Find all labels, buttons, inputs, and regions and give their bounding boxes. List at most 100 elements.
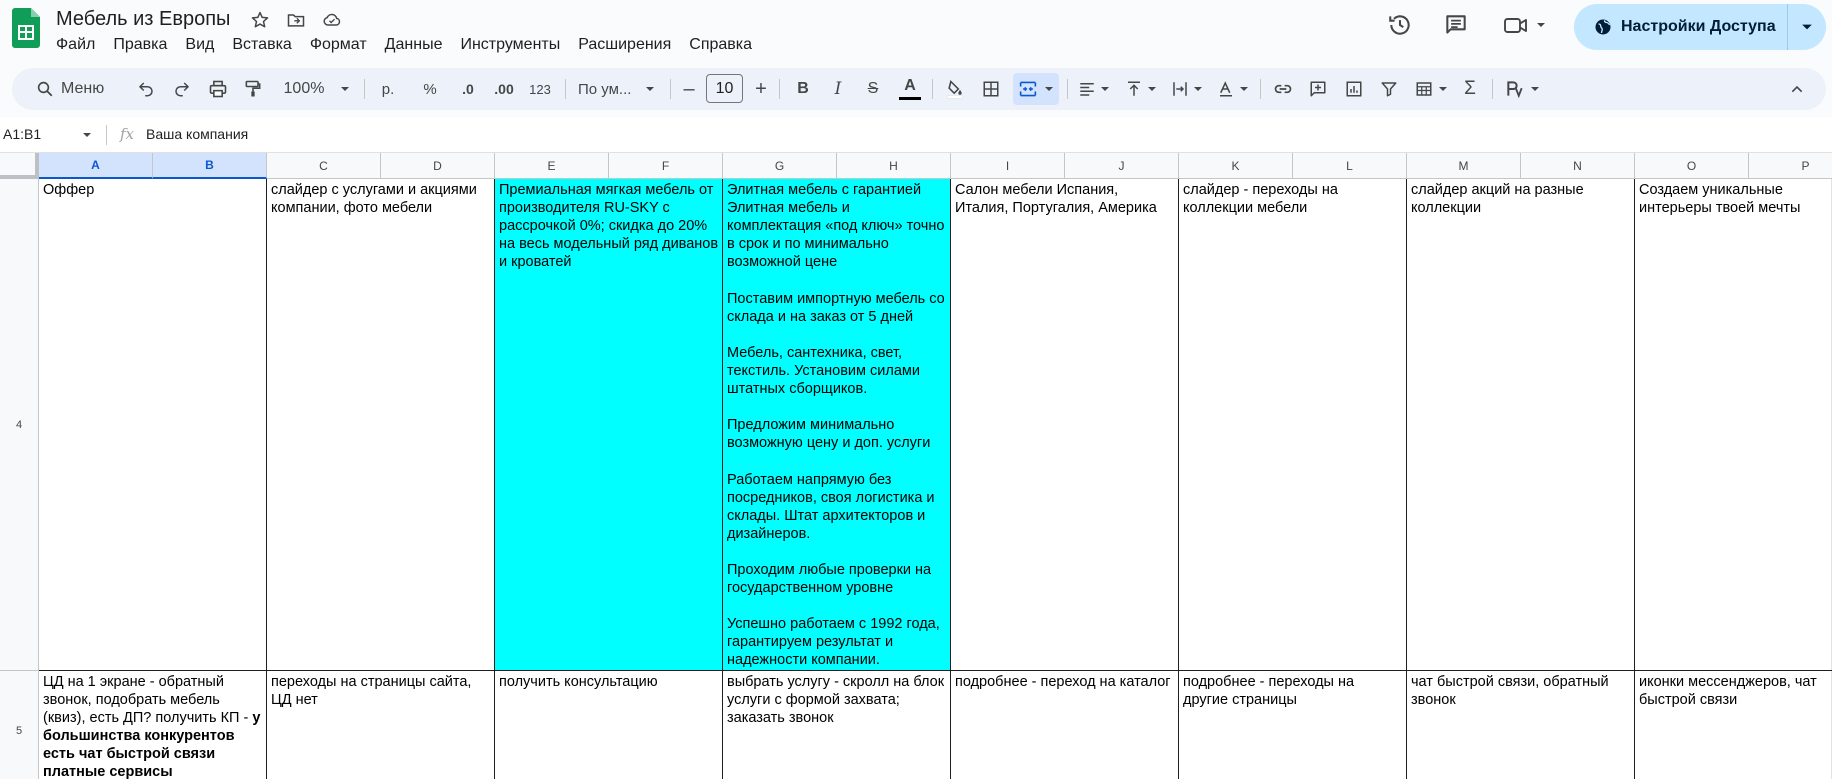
input-tools-icon[interactable] <box>1500 68 1544 110</box>
document-title[interactable]: Мебель из Европы <box>56 8 230 31</box>
column-header-p[interactable]: P <box>1749 153 1832 179</box>
column-header-j[interactable]: J <box>1065 153 1179 179</box>
functions-button[interactable]: Σ <box>1457 68 1483 110</box>
meet-call-icon[interactable] <box>1500 11 1552 39</box>
italic-button[interactable]: I <box>826 68 850 110</box>
cell-g4[interactable]: Элитная мебель с гарантией Элитная мебел… <box>723 179 951 671</box>
paint-format-icon[interactable] <box>241 68 265 110</box>
share-label: Настройки Доступа <box>1621 18 1776 35</box>
menu-help[interactable]: Справка <box>680 34 761 57</box>
name-box[interactable]: A1:B1 <box>3 126 41 142</box>
column-header-h[interactable]: H <box>837 153 951 179</box>
version-history-icon[interactable] <box>1386 11 1414 39</box>
insert-chart-icon[interactable] <box>1341 68 1367 110</box>
font-size-decrease-button[interactable]: – <box>679 68 699 110</box>
text-wrapping-icon[interactable] <box>1168 68 1206 110</box>
cell-o5[interactable]: иконки мессенджеров, чат быстрой связи <box>1635 671 1832 779</box>
filter-views-icon[interactable] <box>1412 68 1450 110</box>
text-color-button[interactable]: A <box>896 68 924 110</box>
cell-m5[interactable]: чат быстрой связи, обратный звонок <box>1407 671 1635 779</box>
share-button[interactable]: Настройки Доступа <box>1574 4 1826 50</box>
menu-view[interactable]: Вид <box>176 34 223 57</box>
share-main-button[interactable]: Настройки Доступа <box>1574 4 1788 50</box>
cell-i4[interactable]: Салон мебели Испания, Италия, Португалия… <box>951 179 1179 671</box>
column-header-b[interactable]: B <box>153 153 267 179</box>
cell-i5[interactable]: подробнее - переход на каталог <box>951 671 1179 779</box>
formula-input[interactable]: Ваша компания <box>146 126 248 142</box>
star-icon[interactable] <box>249 9 271 31</box>
column-header-o[interactable]: O <box>1635 153 1749 179</box>
currency-format-button[interactable]: р. <box>377 68 399 110</box>
percent-format-button[interactable]: % <box>418 68 442 110</box>
cell-o4[interactable]: Создаем уникальные интерьеры твоей мечты <box>1635 179 1832 671</box>
font-size-increase-button[interactable]: + <box>750 68 772 110</box>
increase-decimal-button[interactable]: .00 <box>489 68 519 110</box>
column-header-m[interactable]: M <box>1407 153 1521 179</box>
strikethrough-button[interactable]: S <box>861 68 885 110</box>
print-icon[interactable] <box>206 68 230 110</box>
filter-icon[interactable] <box>1376 68 1402 110</box>
column-header-c[interactable]: C <box>267 153 381 179</box>
menu-insert[interactable]: Вставка <box>223 34 300 57</box>
cell-k5[interactable]: подробнее - переходы на другие страницы <box>1179 671 1407 779</box>
menu-file[interactable]: Файл <box>47 34 104 57</box>
cell-a5[interactable]: ЦД на 1 экране - обратный звонок, подобр… <box>39 671 267 779</box>
fill-color-icon[interactable] <box>942 68 968 110</box>
column-header-l[interactable]: L <box>1293 153 1407 179</box>
cell-k4[interactable]: слайдер - переходы на коллекции мебели <box>1179 179 1407 671</box>
vertical-align-icon[interactable] <box>1122 68 1160 110</box>
menu-edit[interactable]: Правка <box>104 34 176 57</box>
fx-icon: fx <box>120 125 135 143</box>
column-header-n[interactable]: N <box>1521 153 1635 179</box>
menu-tools[interactable]: Инструменты <box>451 34 569 57</box>
name-box-dropdown-icon[interactable] <box>82 130 92 140</box>
spreadsheet-grid[interactable]: A B C D E F G H I J K L M N O P 4 5 Оффе… <box>0 153 1832 779</box>
row-header-4[interactable]: 4 <box>0 179 39 671</box>
select-all-corner[interactable] <box>0 153 39 179</box>
title-bar: Мебель из Европы Файл Правка Вид Вставка… <box>0 0 1832 62</box>
borders-icon[interactable] <box>978 68 1004 110</box>
menu-extensions[interactable]: Расширения <box>569 34 680 57</box>
collapse-menus-icon[interactable] <box>1784 68 1810 110</box>
increase-decimal-label: .00 <box>494 81 514 97</box>
cell-e4[interactable]: Премиальная мягкая мебель от производите… <box>495 179 723 671</box>
insert-comment-icon[interactable] <box>1305 68 1331 110</box>
menu-format[interactable]: Формат <box>301 34 376 57</box>
column-header-i[interactable]: I <box>951 153 1065 179</box>
chevron-down-icon <box>1194 87 1202 91</box>
search-menus[interactable]: Меню <box>22 73 129 105</box>
merge-cells-button[interactable] <box>1013 73 1059 105</box>
number-format-label: 123 <box>529 81 551 97</box>
zoom-select[interactable]: 100% <box>278 68 356 110</box>
horizontal-align-icon[interactable] <box>1075 68 1113 110</box>
font-size-input[interactable]: 10 <box>706 74 743 103</box>
bold-button[interactable]: B <box>791 68 815 110</box>
cell-a5-text: ЦД на 1 экране - обратный звонок, подобр… <box>43 674 253 727</box>
column-header-k[interactable]: K <box>1179 153 1293 179</box>
insert-link-icon[interactable] <box>1270 68 1296 110</box>
cloud-saved-icon[interactable] <box>321 9 343 31</box>
column-header-g[interactable]: G <box>723 153 837 179</box>
text-rotation-icon[interactable] <box>1214 68 1252 110</box>
comments-icon[interactable] <box>1442 11 1470 39</box>
cell-m4[interactable]: слайдер акций на разные коллекции <box>1407 179 1635 671</box>
column-header-d[interactable]: D <box>381 153 495 179</box>
decrease-decimal-button[interactable]: .0 <box>453 68 483 110</box>
row-header-5[interactable]: 5 <box>0 671 39 779</box>
cell-a4[interactable]: Оффер <box>39 179 267 671</box>
undo-icon[interactable] <box>134 68 158 110</box>
column-header-e[interactable]: E <box>495 153 609 179</box>
share-dropdown-icon[interactable] <box>1788 21 1825 33</box>
column-header-f[interactable]: F <box>609 153 723 179</box>
cell-c5[interactable]: переходы на страницы сайта, ЦД нет <box>267 671 495 779</box>
redo-icon[interactable] <box>170 68 194 110</box>
column-header-a[interactable]: A <box>39 153 153 179</box>
number-format-button[interactable]: 123 <box>525 68 555 110</box>
cell-g5[interactable]: выбрать услугу - скролл на блок услуги с… <box>723 671 951 779</box>
font-family-select[interactable]: По ум... <box>578 68 668 110</box>
cell-c4[interactable]: слайдер с услугами и акциями компании, ф… <box>267 179 495 671</box>
move-to-folder-icon[interactable] <box>285 9 307 31</box>
cell-e5[interactable]: получить консультацию <box>495 671 723 779</box>
sheets-logo-icon[interactable] <box>12 8 40 48</box>
menu-data[interactable]: Данные <box>376 34 452 57</box>
